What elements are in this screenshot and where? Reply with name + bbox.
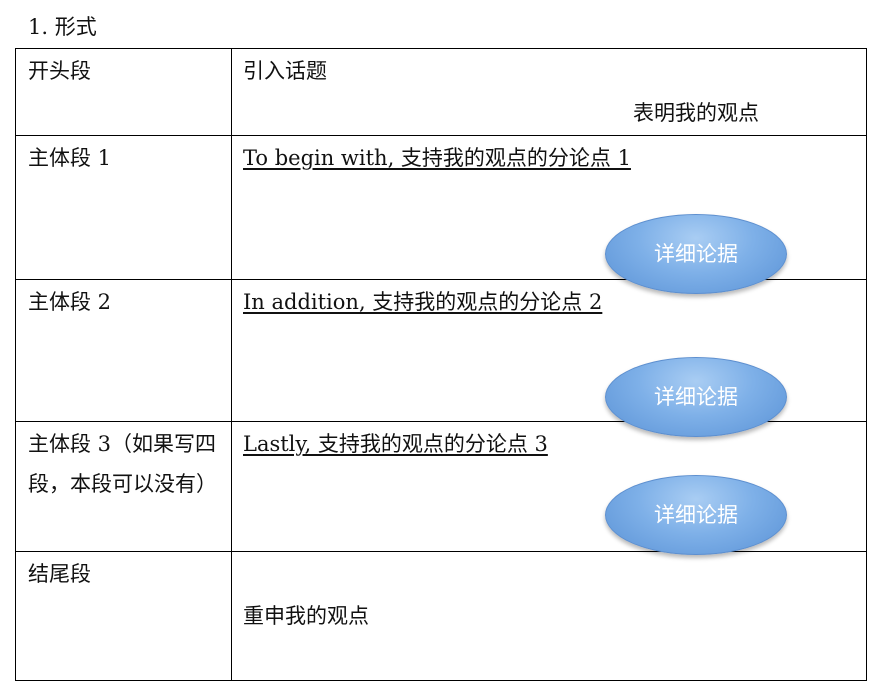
detail-evidence-bubble: 详细论据	[605, 475, 787, 555]
row-content: 引入话题 表明我的观点	[231, 48, 867, 136]
row-content: In addition, 支持我的观点的分论点 2 详细论据	[231, 279, 867, 437]
table-row: 结尾段 重申我的观点	[15, 551, 867, 681]
intro-topic-text: 引入话题	[243, 59, 327, 83]
row-content: To begin with, 支持我的观点的分论点 1 详细论据	[231, 135, 867, 294]
row-label: 主体段 2	[15, 279, 232, 422]
row-content: 重申我的观点	[231, 551, 867, 681]
sub-point-text: Lastly, 支持我的观点的分论点 3	[243, 432, 548, 456]
section-heading: 1. 形式	[28, 15, 97, 39]
essay-structure-table: 开头段 引入话题 表明我的观点 主体段 1 To begin with, 支持我…	[15, 48, 867, 681]
sub-point-text: In addition, 支持我的观点的分论点 2	[243, 290, 603, 314]
row-label: 开头段	[15, 48, 232, 136]
sub-point-text: To begin with, 支持我的观点的分论点 1	[243, 146, 631, 170]
table-row: 主体段 1 To begin with, 支持我的观点的分论点 1 详细论据	[15, 135, 867, 294]
table-row: 开头段 引入话题 表明我的观点	[15, 48, 867, 136]
restate-opinion-text: 重申我的观点	[243, 604, 369, 628]
state-opinion-text: 表明我的观点	[633, 101, 759, 125]
row-label: 主体段 1	[15, 135, 232, 280]
row-content: Lastly, 支持我的观点的分论点 3 详细论据	[231, 421, 867, 555]
row-label: 结尾段	[15, 551, 232, 681]
row-label: 主体段 3（如果写四段，本段可以没有）	[15, 421, 232, 552]
table-row: 主体段 3（如果写四段，本段可以没有） Lastly, 支持我的观点的分论点 3…	[15, 421, 867, 555]
table-row: 主体段 2 In addition, 支持我的观点的分论点 2 详细论据	[15, 279, 867, 437]
